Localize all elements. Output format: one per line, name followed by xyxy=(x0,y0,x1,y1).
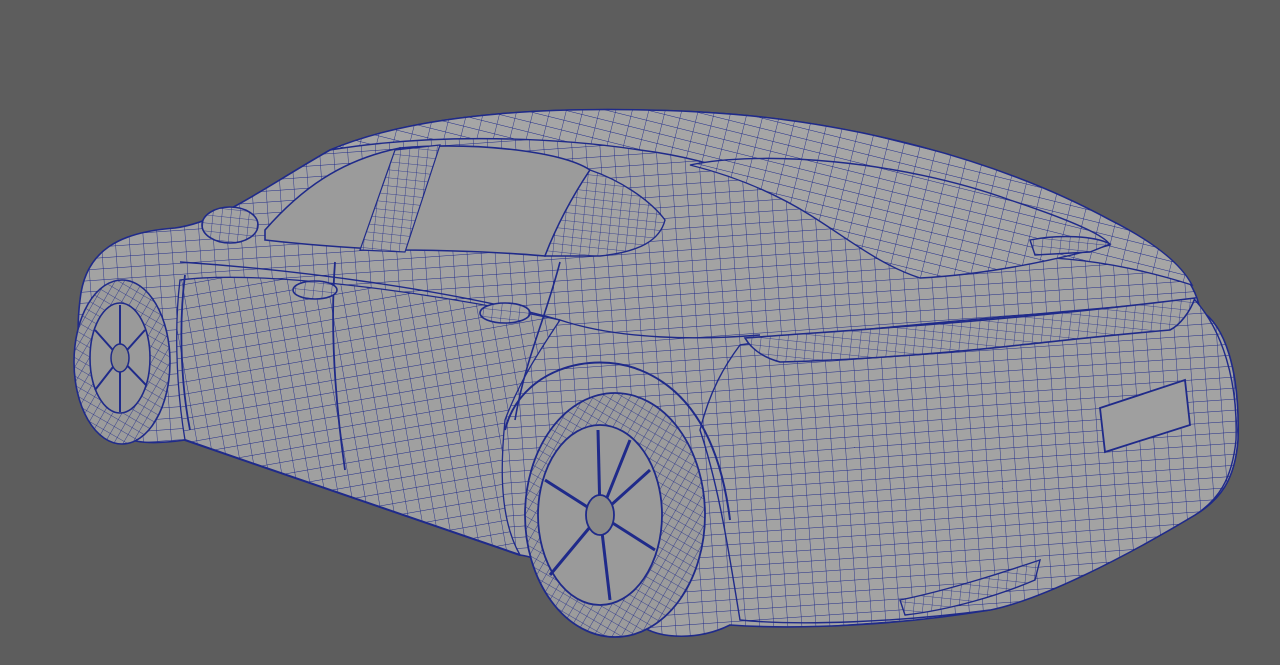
door-handle-front xyxy=(292,280,338,300)
door-handle-rear xyxy=(479,302,531,324)
side-mirror xyxy=(201,206,259,244)
front-wheel xyxy=(73,279,171,445)
car-wireframe-model[interactable] xyxy=(0,0,1280,665)
3d-viewport[interactable] xyxy=(0,0,1280,665)
rear-wheel xyxy=(524,392,706,638)
